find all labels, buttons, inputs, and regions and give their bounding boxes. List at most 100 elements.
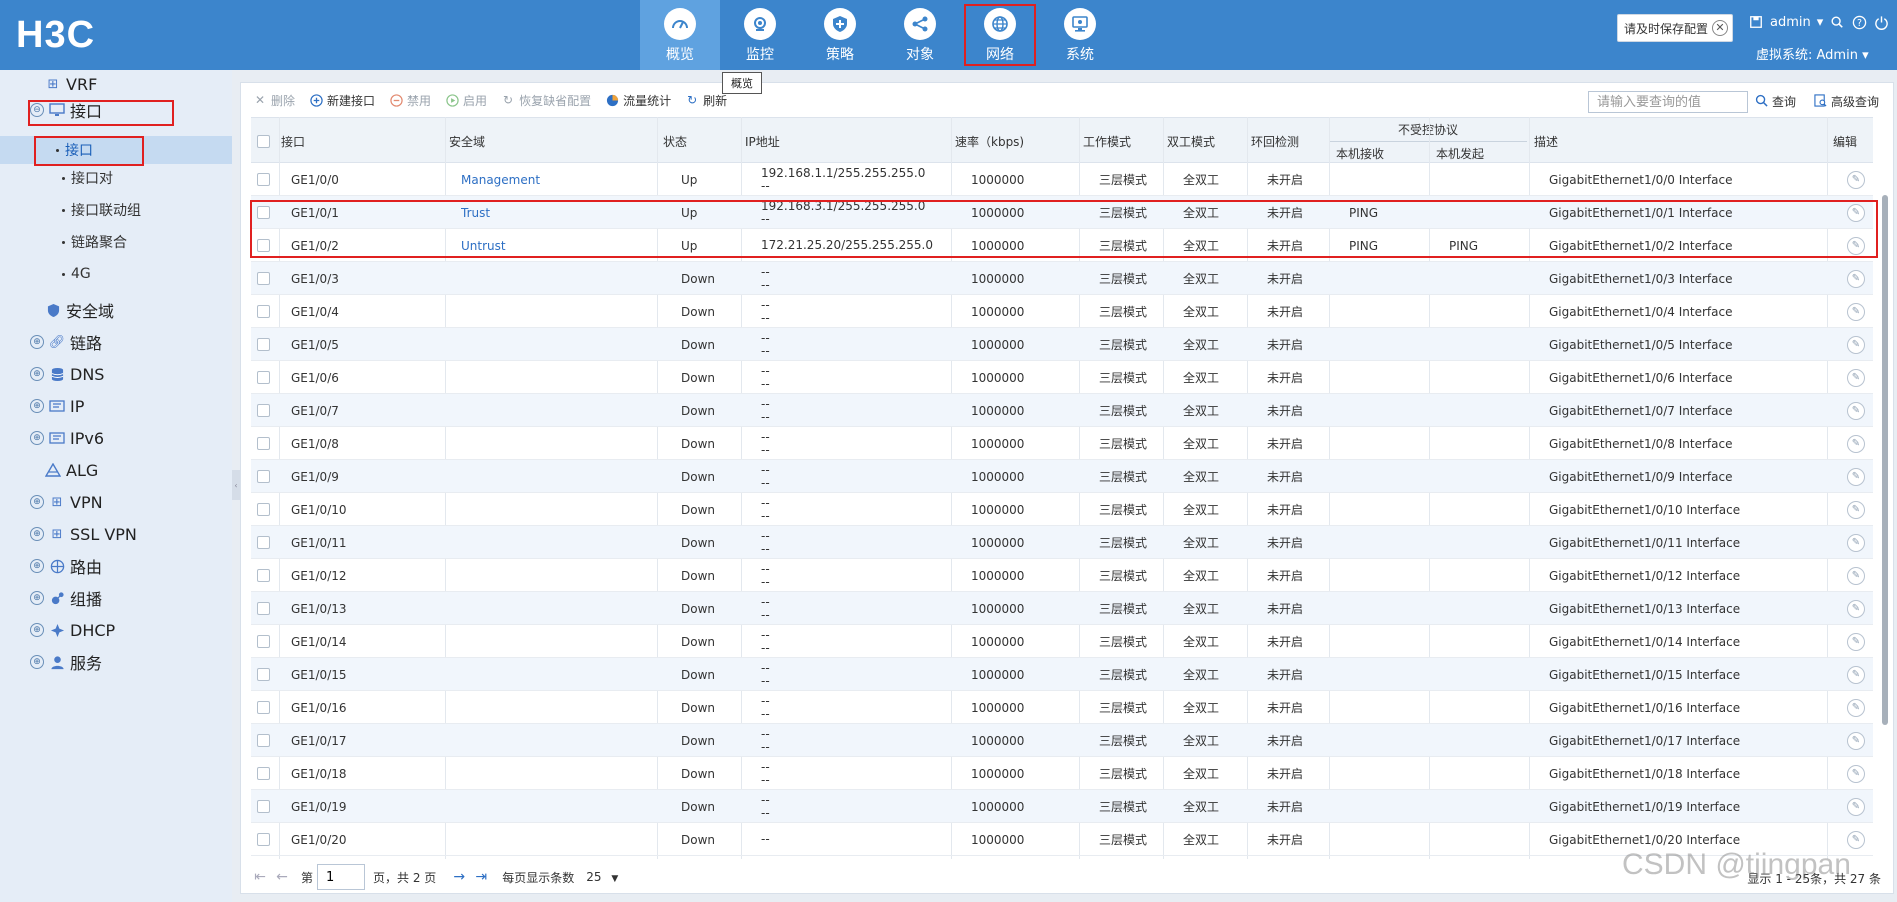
virtual-system-selector[interactable]: 虚拟系统: Admin ▾ bbox=[1756, 44, 1869, 63]
row-checkbox[interactable] bbox=[257, 328, 270, 361]
sidebar-item-ipv6[interactable]: ⊕ IPv6 bbox=[30, 424, 104, 452]
row-checkbox[interactable] bbox=[257, 163, 270, 196]
edit-button[interactable]: ✎ bbox=[1847, 493, 1865, 526]
expand-icon[interactable]: ⊕ bbox=[30, 623, 44, 637]
sidebar-item-interface[interactable]: ⊖ 接口 bbox=[30, 96, 102, 124]
header-ip[interactable]: IP地址 bbox=[745, 118, 780, 164]
traffic-stats-button[interactable]: 流量统计 bbox=[605, 92, 671, 109]
search-icon[interactable] bbox=[1829, 14, 1845, 30]
sidebar-sub-interface-linkage[interactable]: 接口联动组 bbox=[62, 197, 141, 223]
edit-button[interactable]: ✎ bbox=[1847, 229, 1865, 262]
delete-button[interactable]: ✕ 删除 bbox=[253, 92, 295, 109]
table-row[interactable]: GE1/0/8 Down 1000000 三层模式 全双工 未开启 GigabitEther… bbox=[251, 427, 1873, 460]
expand-icon[interactable]: ⊕ bbox=[30, 559, 44, 573]
advanced-search-button[interactable]: 高级查询 bbox=[1814, 93, 1879, 110]
edit-button[interactable]: ✎ bbox=[1847, 394, 1865, 427]
sidebar-item-ip[interactable]: ⊕ IP bbox=[30, 392, 84, 420]
edit-button[interactable]: ✎ bbox=[1847, 361, 1865, 394]
nav-object[interactable]: 对象 bbox=[880, 0, 960, 70]
edit-button[interactable]: ✎ bbox=[1847, 295, 1865, 328]
expand-icon[interactable]: ⊕ bbox=[30, 591, 44, 605]
expand-icon[interactable]: ⊕ bbox=[30, 655, 44, 669]
table-row[interactable]: GE1/0/4 Down 1000000 三层模式 全双工 未开启 GigabitEther… bbox=[251, 295, 1873, 328]
row-checkbox[interactable] bbox=[257, 757, 270, 790]
cell-zone[interactable]: Untrust bbox=[461, 229, 506, 262]
sidebar-sub-interface-pair[interactable]: 接口对 bbox=[62, 165, 113, 191]
row-checkbox[interactable] bbox=[257, 295, 270, 328]
edit-button[interactable]: ✎ bbox=[1847, 691, 1865, 724]
search-input[interactable] bbox=[1588, 91, 1748, 113]
row-checkbox[interactable] bbox=[257, 493, 270, 526]
expand-icon[interactable]: ⊕ bbox=[30, 367, 44, 381]
expand-icon[interactable]: ⊕ bbox=[30, 399, 44, 413]
sidebar-item-service[interactable]: ⊕ 服务 bbox=[30, 648, 102, 676]
header-status[interactable]: 状态 bbox=[663, 118, 687, 164]
edit-button[interactable]: ✎ bbox=[1847, 757, 1865, 790]
sidebar-item-ssl-vpn[interactable]: ⊕ ⊞ SSL VPN bbox=[30, 520, 137, 548]
table-row[interactable]: GE1/0/10 Down 1000000 三层模式 全双工 未开启 GigabitEthe… bbox=[251, 493, 1873, 526]
sidebar-item-vpn[interactable]: ⊕ ⊞ VPN bbox=[30, 488, 103, 516]
table-row[interactable]: GE1/0/1 Trust Up 1000000 三层模式 全双工 未开启 PING Gigab… bbox=[251, 196, 1873, 229]
user-menu[interactable]: admin bbox=[1770, 15, 1811, 30]
header-work-mode[interactable]: 工作模式 bbox=[1083, 118, 1131, 164]
table-row[interactable]: GE1/0/12 Down 1000000 三层模式 全双工 未开启 GigabitEthe… bbox=[251, 559, 1873, 592]
row-checkbox[interactable] bbox=[257, 394, 270, 427]
table-scrollbar[interactable] bbox=[1880, 183, 1890, 843]
refresh-button[interactable]: ↻ 刷新 bbox=[685, 92, 727, 109]
new-interface-button[interactable]: 新建接口 bbox=[309, 92, 375, 109]
edit-button[interactable]: ✎ bbox=[1847, 823, 1865, 856]
sidebar-item-security-zone[interactable]: 安全域 bbox=[44, 296, 114, 324]
table-row[interactable]: GE1/0/6 Down 1000000 三层模式 全双工 未开启 GigabitEther… bbox=[251, 361, 1873, 394]
edit-button[interactable]: ✎ bbox=[1847, 658, 1865, 691]
row-checkbox[interactable] bbox=[257, 262, 270, 295]
row-checkbox[interactable] bbox=[257, 823, 270, 856]
edit-button[interactable]: ✎ bbox=[1847, 592, 1865, 625]
enable-button[interactable]: 启用 bbox=[445, 92, 487, 109]
edit-button[interactable]: ✎ bbox=[1847, 559, 1865, 592]
table-row[interactable]: GE1/0/18 Down 1000000 三层模式 全双工 未开启 GigabitEthe… bbox=[251, 757, 1873, 790]
expand-icon[interactable]: ⊕ bbox=[30, 495, 44, 509]
edit-button[interactable]: ✎ bbox=[1847, 460, 1865, 493]
table-row[interactable]: GE1/0/9 Down 1000000 三层模式 全双工 未开启 GigabitEther… bbox=[251, 460, 1873, 493]
collapse-icon[interactable]: ⊖ bbox=[30, 103, 44, 117]
table-row[interactable]: GE1/0/17 Down 1000000 三层模式 全双工 未开启 GigabitEthe… bbox=[251, 724, 1873, 757]
sidebar-sub-link-aggregation[interactable]: 链路聚合 bbox=[62, 229, 127, 255]
edit-button[interactable]: ✎ bbox=[1847, 625, 1865, 658]
edit-button[interactable]: ✎ bbox=[1847, 724, 1865, 757]
row-checkbox[interactable] bbox=[257, 790, 270, 823]
header-interface[interactable]: 接口 bbox=[281, 118, 305, 164]
expand-icon[interactable]: ⊕ bbox=[30, 431, 44, 445]
sidebar-sub-interface[interactable]: 接口 bbox=[0, 136, 232, 164]
edit-button[interactable]: ✎ bbox=[1847, 790, 1865, 823]
edit-button[interactable]: ✎ bbox=[1847, 427, 1865, 460]
row-checkbox[interactable] bbox=[257, 625, 270, 658]
sidebar-item-routing[interactable]: ⊕ 路由 bbox=[30, 552, 102, 580]
row-checkbox[interactable] bbox=[257, 196, 270, 229]
chevron-down-icon[interactable]: ▾ bbox=[1817, 15, 1824, 30]
row-checkbox[interactable] bbox=[257, 724, 270, 757]
row-checkbox[interactable] bbox=[257, 460, 270, 493]
expand-icon[interactable]: ⊕ bbox=[30, 527, 44, 541]
table-row[interactable]: GE1/0/5 Down 1000000 三层模式 全双工 未开启 GigabitEther… bbox=[251, 328, 1873, 361]
row-checkbox[interactable] bbox=[257, 592, 270, 625]
restore-default-button[interactable]: ↻ 恢复缺省配置 bbox=[501, 92, 591, 109]
header-description[interactable]: 描述 bbox=[1534, 118, 1558, 164]
close-icon[interactable]: ✕ bbox=[1712, 20, 1728, 36]
row-checkbox[interactable] bbox=[257, 691, 270, 724]
select-all-checkbox[interactable] bbox=[257, 118, 270, 164]
logout-icon[interactable] bbox=[1873, 14, 1889, 30]
scrollbar-thumb[interactable] bbox=[1882, 195, 1888, 725]
nav-system[interactable]: 系统 bbox=[1040, 0, 1120, 70]
header-local-recv[interactable]: 本机接收 bbox=[1336, 142, 1384, 164]
table-row[interactable]: GE1/0/0 Management Up 1000000 三层模式 全双工 未开启 Giga… bbox=[251, 163, 1873, 196]
sidebar-collapse-handle[interactable]: ‹ bbox=[232, 470, 240, 500]
table-row[interactable]: GE1/0/16 Down 1000000 三层模式 全双工 未开启 GigabitEthe… bbox=[251, 691, 1873, 724]
table-row[interactable]: GE1/0/14 Down 1000000 三层模式 全双工 未开启 GigabitEthe… bbox=[251, 625, 1873, 658]
prev-page-icon[interactable]: ← bbox=[273, 868, 291, 886]
expand-icon[interactable]: ⊕ bbox=[30, 335, 44, 349]
last-page-icon[interactable]: ⇥ bbox=[472, 868, 490, 886]
nav-policy[interactable]: 策略 bbox=[800, 0, 880, 70]
sidebar-item-link[interactable]: ⊕ 🔗︎ 链路 bbox=[30, 328, 102, 356]
help-icon[interactable]: ? bbox=[1851, 14, 1867, 30]
disable-button[interactable]: 禁用 bbox=[389, 92, 431, 109]
